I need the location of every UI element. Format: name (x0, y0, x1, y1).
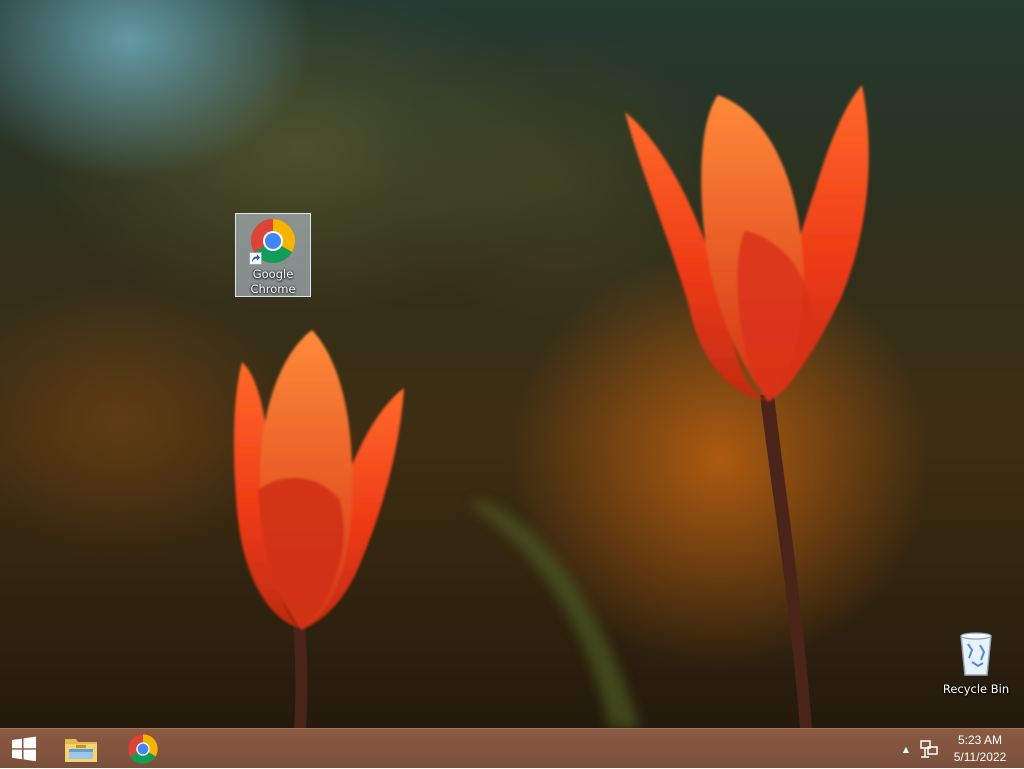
shortcut-arrow-icon (249, 252, 262, 265)
clock-time: 5:23 AM (957, 733, 1003, 747)
recycle-bin-icon (960, 632, 992, 676)
network-icon[interactable] (918, 739, 940, 759)
taskbar-chrome-button[interactable] (118, 729, 168, 769)
show-hidden-icons-chevron-icon[interactable]: ▲ (898, 729, 914, 769)
desktop-icon-recycle-bin[interactable]: Recycle Bin (938, 630, 1014, 697)
desktop[interactable]: Google Chrome Recycle Bin (0, 0, 1024, 728)
desktop-icon-label: Google Chrome (250, 267, 296, 296)
folder-icon (65, 739, 97, 762)
start-button[interactable] (0, 729, 48, 769)
taskbar-clock[interactable]: 5:23 AM 5/11/2022 (944, 732, 1016, 766)
windows-logo-icon (12, 736, 36, 762)
clock-date: 5/11/2022 (953, 750, 1007, 764)
desktop-icon-google-chrome[interactable]: Google Chrome (235, 213, 311, 297)
chrome-icon (128, 734, 158, 764)
taskbar: ▲ 5:23 AM 5/11/2022 (0, 728, 1024, 768)
wallpaper-tulips (233, 85, 869, 728)
desktop-icon-label: Recycle Bin (942, 682, 1010, 696)
taskbar-file-explorer-button[interactable] (56, 729, 106, 769)
